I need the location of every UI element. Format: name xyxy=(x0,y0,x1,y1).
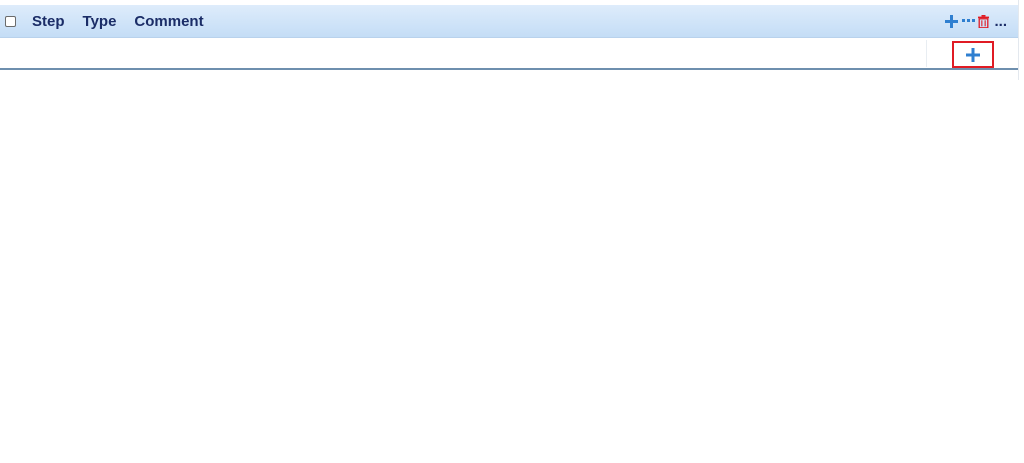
dots-icon xyxy=(962,19,976,22)
grid-header: Step Type Comment ... xyxy=(0,5,1018,38)
more-options-button[interactable]: ... xyxy=(994,14,1007,29)
add-row-button[interactable] xyxy=(952,41,994,68)
right-divider xyxy=(1018,0,1019,80)
add-step-button[interactable] xyxy=(945,14,959,28)
insert-step-button[interactable] xyxy=(962,19,976,23)
plus-icon xyxy=(966,47,980,62)
steps-grid: Step Type Comment ... xyxy=(0,0,1018,70)
column-header-step[interactable]: Step xyxy=(32,13,65,30)
grid-toolbar: ... xyxy=(945,5,1007,37)
column-header-comment[interactable]: Comment xyxy=(134,13,203,30)
trash-icon xyxy=(978,14,990,28)
column-header-type[interactable]: Type xyxy=(83,13,117,30)
grid-bottom-border xyxy=(0,68,1018,70)
delete-step-button[interactable] xyxy=(978,14,990,28)
row-column-divider xyxy=(926,40,927,67)
grid-empty-row xyxy=(0,38,1018,68)
page: Step Type Comment ... xyxy=(0,0,1024,463)
select-all-checkbox[interactable] xyxy=(5,15,16,27)
plus-icon xyxy=(945,14,959,28)
